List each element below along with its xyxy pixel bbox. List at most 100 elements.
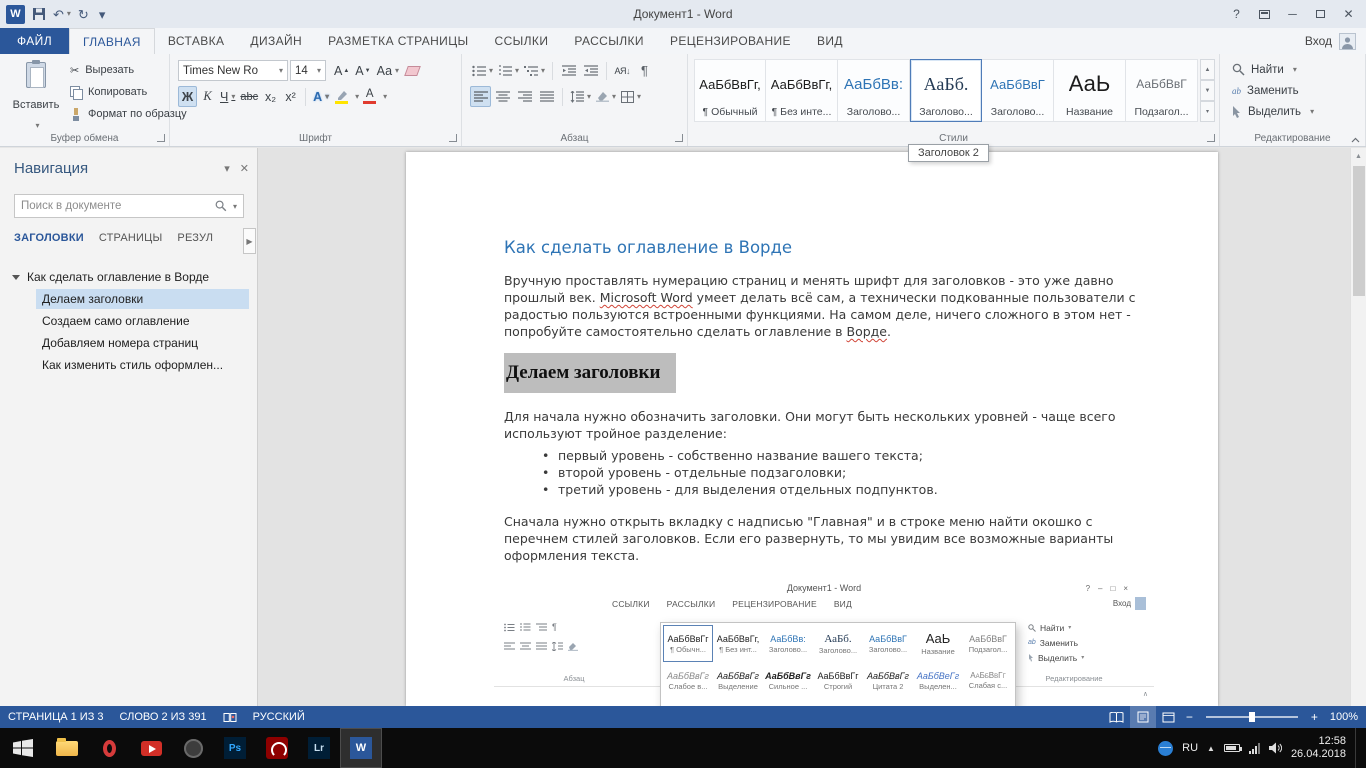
minimize-icon[interactable]: ─ xyxy=(1279,2,1306,26)
change-case-button[interactable]: Аа▾ xyxy=(375,60,401,81)
paragraph-dialog-launcher-icon[interactable] xyxy=(675,134,683,142)
style-item[interactable]: АаБбВвГ Подзагол... xyxy=(1126,59,1198,122)
tree-root-item[interactable]: Как сделать оглавление в Ворде xyxy=(0,266,257,289)
nav-tab[interactable]: РЕЗУЛ xyxy=(177,232,213,247)
network-signal-icon[interactable] xyxy=(1249,743,1260,754)
word-count[interactable]: СЛОВО 2 ИЗ 391 xyxy=(112,706,215,728)
borders-button[interactable]: ▾ xyxy=(619,86,643,107)
style-item[interactable]: АаБбВвГг, ¶ Обычный xyxy=(694,59,766,122)
ribbon-tab[interactable]: ВИД xyxy=(804,28,856,54)
lightroom-icon[interactable]: Lr xyxy=(298,728,340,768)
media-app-icon[interactable] xyxy=(172,728,214,768)
font-dialog-launcher-icon[interactable] xyxy=(449,134,457,142)
align-center-button[interactable] xyxy=(492,86,513,107)
font-color-button[interactable]: А xyxy=(360,86,379,107)
zoom-slider[interactable] xyxy=(1206,716,1298,718)
paste-button[interactable]: Вставить ▾ xyxy=(8,59,64,133)
show-hidden-icons[interactable]: ▲ xyxy=(1207,744,1215,753)
gallery-more-icon[interactable]: ▾ xyxy=(1200,101,1215,122)
chevron-down-icon[interactable]: ▾ xyxy=(383,92,387,101)
document-page[interactable]: Как сделать оглавление в Ворде Вручную п… xyxy=(406,152,1218,706)
sign-in-area[interactable]: Вход xyxy=(1305,28,1366,54)
scroll-up-icon[interactable]: ▲ xyxy=(1351,148,1366,164)
text-effects-button[interactable]: А▾ xyxy=(311,86,331,107)
language-switcher[interactable]: RU xyxy=(1182,742,1198,754)
zoom-slider-thumb[interactable] xyxy=(1249,712,1255,722)
ribbon-tab[interactable]: РАССЫЛКИ xyxy=(561,28,657,54)
help-icon[interactable]: ? xyxy=(1223,2,1250,26)
search-icon[interactable] xyxy=(215,200,227,212)
word-app-icon[interactable]: W xyxy=(6,5,25,24)
customize-qat-icon[interactable]: ▾ xyxy=(99,8,106,21)
shading-button[interactable]: ▾ xyxy=(594,86,618,107)
photoshop-icon[interactable]: Ps xyxy=(214,728,256,768)
search-options-icon[interactable]: ▾ xyxy=(233,202,237,211)
chevron-down-icon[interactable]: ▾ xyxy=(279,66,283,75)
align-left-button[interactable] xyxy=(470,86,491,107)
youtube-icon[interactable] xyxy=(130,728,172,768)
read-mode-icon[interactable] xyxy=(1104,706,1130,728)
style-item[interactable]: АаБбВв: Заголово... xyxy=(838,59,910,122)
tree-item[interactable]: Создаем само оглавление xyxy=(36,311,249,331)
ribbon-tab[interactable]: РЕЦЕНЗИРОВАНИЕ xyxy=(657,28,804,54)
redo-icon[interactable]: ↻ xyxy=(78,8,89,21)
web-layout-icon[interactable] xyxy=(1156,706,1182,728)
numbering-button[interactable]: ▾ xyxy=(496,60,521,81)
page-indicator[interactable]: СТРАНИЦА 1 ИЗ 3 xyxy=(0,706,112,728)
tree-item[interactable]: Добавляем номера страниц xyxy=(36,333,249,353)
start-button[interactable] xyxy=(0,728,46,768)
globe-icon[interactable] xyxy=(1158,741,1173,756)
italic-button[interactable]: К xyxy=(198,86,217,107)
justify-button[interactable] xyxy=(536,86,557,107)
ribbon-display-options-icon[interactable] xyxy=(1251,2,1278,26)
line-spacing-button[interactable]: ▾ xyxy=(568,86,593,107)
collapse-triangle-icon[interactable] xyxy=(12,275,20,280)
ribbon-tab[interactable]: ДИЗАЙН xyxy=(237,28,315,54)
select-button[interactable]: Выделить▾ xyxy=(1232,103,1314,120)
selected-heading-text[interactable]: Делаем заголовки xyxy=(504,353,676,393)
undo-icon[interactable]: ↶▾ xyxy=(53,8,71,21)
zoom-in-icon[interactable]: + xyxy=(1307,710,1322,724)
word-icon[interactable]: W xyxy=(340,728,382,768)
print-layout-icon[interactable] xyxy=(1130,706,1156,728)
increase-indent-button[interactable] xyxy=(580,60,601,81)
show-paragraph-marks-button[interactable]: ¶ xyxy=(634,60,655,81)
volume-icon[interactable] xyxy=(1269,742,1282,754)
align-right-button[interactable] xyxy=(514,86,535,107)
clock[interactable]: 12:58 26.04.2018 xyxy=(1291,735,1346,761)
underline-button[interactable]: Ч▾ xyxy=(218,86,237,107)
style-item[interactable]: АаБб. Заголово... xyxy=(910,59,982,122)
decrease-indent-button[interactable] xyxy=(558,60,579,81)
nav-tab[interactable]: ЗАГОЛОВКИ xyxy=(14,232,84,247)
gallery-scroll-up-icon[interactable]: ▲ xyxy=(1200,59,1215,80)
maximize-icon[interactable] xyxy=(1307,2,1334,26)
nav-tabs-overflow-icon[interactable]: ▶ xyxy=(243,228,256,254)
collapse-ribbon-icon[interactable] xyxy=(1351,137,1360,143)
tab-file[interactable]: ФАЙЛ xyxy=(0,28,69,54)
zoom-out-icon[interactable]: − xyxy=(1182,710,1197,724)
acrobat-icon[interactable] xyxy=(256,728,298,768)
multilevel-list-button[interactable]: ▾ xyxy=(522,60,547,81)
battery-icon[interactable] xyxy=(1224,744,1240,752)
style-item[interactable]: АаБбВвГг, ¶ Без инте... xyxy=(766,59,838,122)
style-item[interactable]: АаЬ Название xyxy=(1054,59,1126,122)
save-icon[interactable] xyxy=(32,7,46,21)
tree-item[interactable]: Как изменить стиль оформлен... xyxy=(36,355,249,375)
replace-button[interactable]: ab Заменить xyxy=(1232,82,1299,99)
tree-item[interactable]: Делаем заголовки xyxy=(36,289,249,309)
find-button[interactable]: Найти▾ xyxy=(1232,61,1297,78)
ribbon-tab[interactable]: ВСТАВКА xyxy=(155,28,238,54)
shrink-font-button[interactable]: А▼ xyxy=(353,60,372,81)
avatar[interactable] xyxy=(1339,33,1356,50)
subscript-button[interactable]: x₂ xyxy=(261,86,280,107)
bullets-button[interactable]: ▾ xyxy=(470,60,495,81)
undo-dropdown-icon[interactable]: ▾ xyxy=(67,10,71,18)
gallery-scroll-down-icon[interactable]: ▼ xyxy=(1200,80,1215,101)
nav-tab[interactable]: СТРАНИЦЫ xyxy=(99,232,163,247)
show-desktop-button[interactable] xyxy=(1355,728,1363,768)
chevron-down-icon[interactable]: ▾ xyxy=(317,66,321,75)
highlight-color-button[interactable] xyxy=(332,86,351,107)
explorer-icon[interactable] xyxy=(46,728,88,768)
language-indicator[interactable]: РУССКИЙ xyxy=(245,706,313,728)
ribbon-tab[interactable]: РАЗМЕТКА СТРАНИЦЫ xyxy=(315,28,481,54)
